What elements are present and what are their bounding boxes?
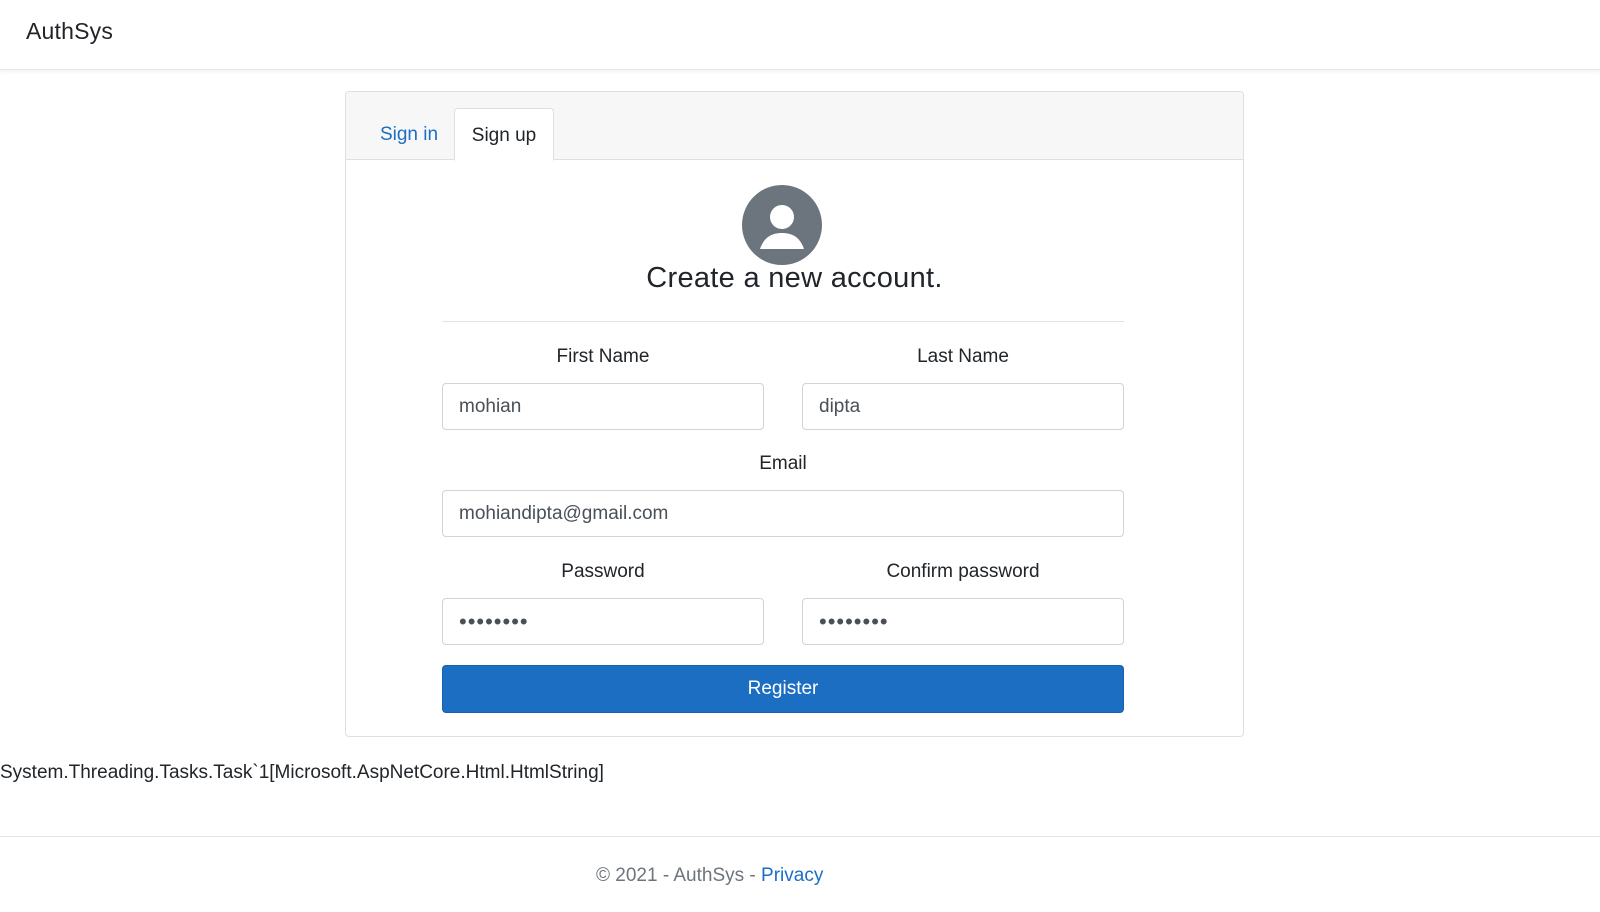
page-title: Create a new account. [646, 262, 943, 294]
tab-sign-up[interactable]: Sign up [454, 108, 554, 161]
first-name-label: First Name [556, 346, 650, 367]
footer-text: © 2021 - AuthSys - Privacy [596, 865, 823, 887]
tab-bar: Sign in Sign up [346, 92, 1243, 161]
confirm-password-label: Confirm password [886, 561, 1040, 582]
divider [442, 321, 1124, 322]
last-name-label: Last Name [917, 346, 1009, 367]
email-field[interactable] [442, 490, 1124, 537]
confirm-password-field[interactable] [802, 598, 1124, 645]
email-label: Email [759, 453, 807, 474]
last-name-field[interactable] [802, 383, 1124, 430]
auth-card: Sign in Sign up Create a new account. Fi… [345, 91, 1244, 737]
password-label: Password [561, 561, 645, 582]
footer: © 2021 - AuthSys - Privacy [0, 836, 1600, 912]
register-button[interactable]: Register [442, 665, 1124, 713]
debug-output-text: System.Threading.Tasks.Task`1[Microsoft.… [0, 762, 604, 783]
first-name-field[interactable] [442, 383, 764, 430]
user-circle-icon [742, 185, 822, 265]
copyright-text: © 2021 - AuthSys - [596, 865, 762, 886]
privacy-link[interactable]: Privacy [761, 865, 823, 886]
brand-link[interactable]: AuthSys [26, 18, 113, 45]
password-field[interactable] [442, 598, 764, 645]
tab-sign-in[interactable]: Sign in [368, 108, 450, 161]
navbar: AuthSys [0, 0, 1600, 70]
